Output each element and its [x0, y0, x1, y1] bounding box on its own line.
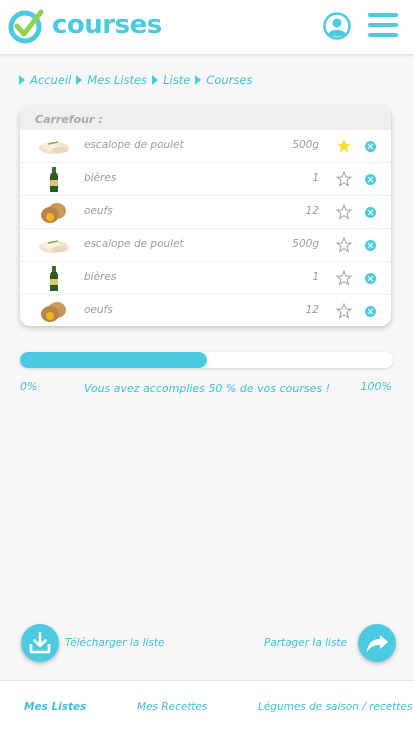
beer-bottle-image: [36, 167, 72, 192]
chicken-breast-image: [36, 233, 72, 258]
breadcrumb-item-courses[interactable]: Courses: [195, 73, 252, 87]
star-outline-icon[interactable]: [335, 236, 353, 253]
beer-bottle-image: [36, 266, 72, 291]
star-outline-icon[interactable]: [335, 302, 353, 319]
download-list-label[interactable]: Télécharger la liste: [65, 637, 164, 649]
eggs-image: [36, 200, 72, 225]
breadcrumb-label: Accueil: [30, 73, 72, 87]
store-header: Carrefour :: [20, 106, 391, 130]
item-quantity: 12: [305, 205, 319, 217]
menu-bar: [368, 13, 398, 17]
item-quantity: 500g: [292, 238, 319, 250]
progress-message: Vous avez accomplies 50 % de vos courses…: [83, 382, 331, 395]
share-list-button[interactable]: [358, 624, 396, 662]
remove-item-icon[interactable]: [365, 273, 376, 284]
nav-mes-recettes[interactable]: Mes Recettes: [137, 701, 207, 713]
item-name: oeufs: [84, 304, 113, 316]
eggs-image: [36, 299, 72, 324]
remove-item-icon[interactable]: [365, 240, 376, 251]
remove-item-icon[interactable]: [365, 141, 376, 152]
star-outline-icon[interactable]: [335, 269, 353, 286]
list-item[interactable]: bières 1: [20, 262, 391, 295]
profile-button[interactable]: [323, 12, 351, 40]
star-filled-icon[interactable]: [336, 138, 352, 154]
remove-item-icon[interactable]: [365, 174, 376, 185]
chicken-breast-image: [36, 134, 72, 159]
logo-text: courses: [52, 10, 162, 40]
list-item[interactable]: escalope de poulet 500g: [20, 229, 391, 262]
item-quantity: 12: [305, 304, 319, 316]
breadcrumb-item-mes-listes[interactable]: Mes Listes: [76, 73, 147, 87]
item-name: escalope de poulet: [84, 238, 184, 250]
menu-bar: [368, 33, 398, 37]
caret-right-icon: [76, 75, 83, 85]
list-items: escalope de poulet 500g bières 1 oeufs 12 esca…: [20, 130, 391, 326]
breadcrumb-item-accueil[interactable]: Accueil: [19, 73, 71, 87]
app-header: courses: [0, 0, 414, 54]
menu-bar: [368, 23, 398, 27]
remove-item-icon[interactable]: [365, 207, 376, 218]
progress-bar: [20, 352, 393, 368]
item-name: escalope de poulet: [84, 139, 184, 151]
breadcrumb-label: Mes Listes: [87, 73, 148, 87]
item-quantity: 1: [312, 172, 319, 184]
progress-fill: [20, 352, 207, 368]
list-item[interactable]: oeufs 12: [20, 196, 391, 229]
item-name: oeufs: [84, 205, 113, 217]
item-quantity: 500g: [292, 139, 319, 151]
star-outline-icon[interactable]: [335, 203, 353, 220]
item-quantity: 1: [312, 271, 319, 283]
download-list-button[interactable]: [21, 624, 59, 662]
user-circle-icon: [323, 12, 351, 40]
logo-check-circle-icon: [8, 9, 44, 44]
nav-mes-listes[interactable]: Mes Listes: [24, 701, 86, 713]
hamburger-menu-button[interactable]: [368, 13, 398, 41]
remove-item-icon[interactable]: [365, 306, 376, 317]
star-outline-icon[interactable]: [335, 170, 353, 187]
breadcrumb-label: Courses: [206, 73, 253, 87]
list-item[interactable]: oeufs 12: [20, 295, 391, 326]
bottom-navigation: Mes Listes Mes Recettes Légumes de saiso…: [0, 680, 414, 736]
app-logo[interactable]: courses: [8, 8, 162, 46]
download-tray-icon: [29, 631, 51, 654]
shopping-list-card: Carrefour : escalope de poulet 500g bières…: [20, 106, 391, 326]
caret-right-icon: [195, 75, 202, 85]
progress-max-label: 100%: [360, 380, 392, 393]
breadcrumb: Accueil Mes Listes Liste Courses: [19, 72, 257, 88]
item-name: bières: [84, 172, 117, 184]
list-item[interactable]: bières 1: [20, 163, 391, 196]
list-item[interactable]: escalope de poulet 500g: [20, 130, 391, 163]
breadcrumb-item-liste[interactable]: Liste: [152, 73, 190, 87]
share-list-label[interactable]: Partager la liste: [264, 637, 347, 649]
caret-right-icon: [19, 75, 25, 85]
store-name: Carrefour :: [35, 113, 103, 126]
share-arrow-icon: [367, 635, 388, 652]
nav-legumes-de-saison[interactable]: Légumes de saison / recettes: [258, 701, 412, 713]
item-name: bières: [84, 271, 117, 283]
breadcrumb-label: Liste: [163, 73, 191, 87]
caret-right-icon: [152, 75, 159, 85]
